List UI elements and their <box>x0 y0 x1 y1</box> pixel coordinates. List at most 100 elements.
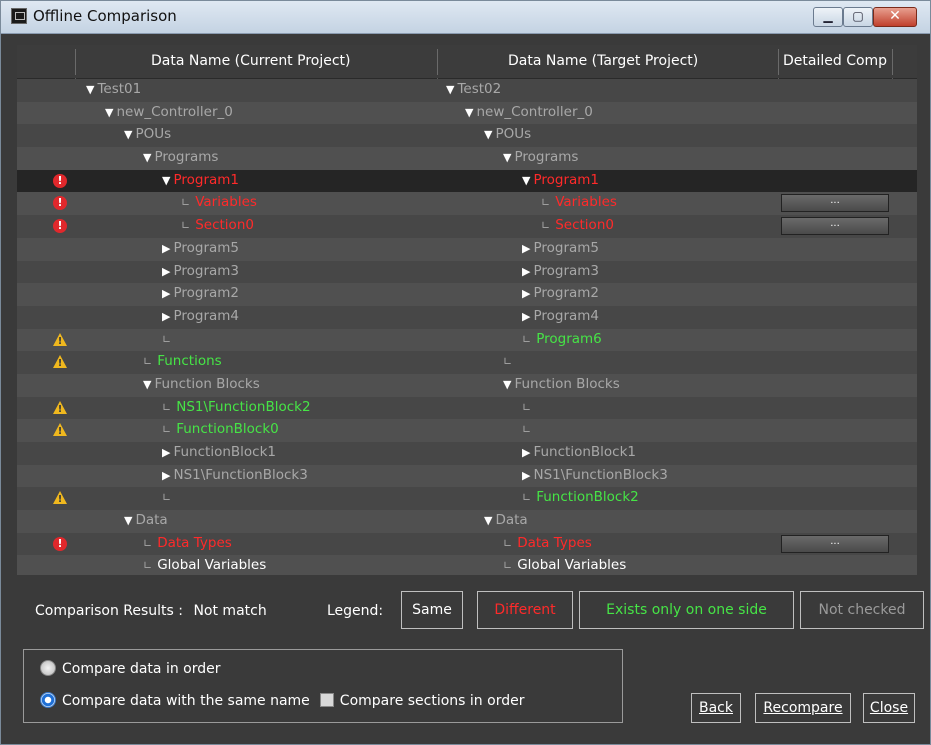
compare-sections-checkbox[interactable] <box>319 693 334 707</box>
collapsed-triangle-icon[interactable]: ▶ <box>522 265 530 278</box>
table-row[interactable]: ▼ Test01 ▼ Test02 <box>17 79 917 102</box>
expanded-triangle-icon[interactable]: ▼ <box>143 151 151 164</box>
detailed-comparison-button[interactable]: ... <box>781 217 889 236</box>
expanded-triangle-icon[interactable]: ▼ <box>484 128 492 141</box>
window-title: Offline Comparison <box>33 7 177 25</box>
target-project-cell: ∟ <box>522 399 536 415</box>
collapsed-triangle-icon[interactable]: ▶ <box>162 469 170 482</box>
item-label: Program5 <box>533 239 600 256</box>
item-label: Variables <box>195 194 257 211</box>
radio-compare-in-order[interactable] <box>40 660 56 676</box>
collapsed-triangle-icon[interactable]: ▶ <box>162 265 170 278</box>
header-separator <box>75 49 76 75</box>
expanded-triangle-icon[interactable]: ▼ <box>503 151 511 164</box>
header-detailed-comparison[interactable]: Detailed Comp <box>783 53 887 69</box>
tree-leaf-icon: ∟ <box>503 536 513 550</box>
header-separator[interactable] <box>437 49 438 75</box>
collapsed-triangle-icon[interactable]: ▶ <box>162 242 170 255</box>
target-project-cell: ▶ Program2 <box>522 285 599 301</box>
current-project-cell: ▶ FunctionBlock1 <box>162 444 276 460</box>
collapsed-triangle-icon[interactable]: ▶ <box>162 446 170 459</box>
expanded-triangle-icon[interactable]: ▼ <box>124 514 132 527</box>
checkbox-label[interactable]: Compare sections in order <box>340 693 525 709</box>
expanded-triangle-icon[interactable]: ▼ <box>522 174 530 187</box>
app-icon <box>11 8 27 24</box>
current-project-cell: ▼ Data <box>124 512 168 528</box>
table-row[interactable]: ! ∟ Variables ∟ Variables... <box>17 192 917 216</box>
item-label: Program2 <box>173 285 240 302</box>
tree-leaf-icon: ∟ <box>522 491 532 505</box>
table-row[interactable]: ▼ Programs ▼ Programs <box>17 147 917 170</box>
current-project-cell: ▶ Program4 <box>162 308 239 324</box>
tree-leaf-icon: ∟ <box>143 536 153 550</box>
collapsed-triangle-icon[interactable]: ▶ <box>522 469 530 482</box>
collapsed-triangle-icon[interactable]: ▶ <box>162 310 170 323</box>
item-label: POUs <box>135 126 172 143</box>
target-project-cell: ▼ Programs <box>503 149 578 165</box>
table-row[interactable]: ! ∟ Section0 ∟ Section0... <box>17 215 917 238</box>
item-label: Data <box>495 512 528 529</box>
detailed-comparison-button[interactable]: ... <box>781 194 889 213</box>
item-label: new_Controller_0 <box>116 103 233 120</box>
collapsed-triangle-icon[interactable]: ▶ <box>162 287 170 300</box>
minimize-button[interactable]: ▁ <box>813 7 843 27</box>
item-label: FunctionBlock1 <box>173 444 276 460</box>
table-row[interactable]: ▶ FunctionBlock1 ▶ FunctionBlock1 <box>17 442 917 465</box>
collapsed-triangle-icon[interactable]: ▶ <box>522 446 530 459</box>
radio-compare-same-name[interactable] <box>40 692 56 708</box>
expanded-triangle-icon[interactable]: ▼ <box>86 83 94 96</box>
back-button[interactable]: Back <box>691 693 741 723</box>
header-current-project[interactable]: Data Name (Current Project) <box>151 53 351 69</box>
close-button[interactable]: Close <box>863 693 915 723</box>
expanded-triangle-icon[interactable]: ▼ <box>484 514 492 527</box>
table-row[interactable]: ∟ Global Variables ∟ Global Variables <box>17 555 917 575</box>
current-project-cell: ▼ Program1 <box>162 172 239 188</box>
maximize-button[interactable]: ▢ <box>843 7 873 27</box>
tree-leaf-icon: ∟ <box>522 332 532 346</box>
current-project-cell: ▼ Programs <box>143 149 218 165</box>
collapsed-triangle-icon[interactable]: ▶ <box>522 287 530 300</box>
detailed-comparison-button[interactable]: ... <box>781 534 889 553</box>
table-row[interactable]: ! ∟ NS1\FunctionBlock2 ∟ <box>17 396 917 420</box>
legend-one-side: Exists only on one side <box>579 591 794 629</box>
table-row[interactable]: ! ▼ Program1 ▼ Program1 <box>17 169 917 193</box>
target-project-cell: ∟ Global Variables <box>503 557 626 573</box>
collapsed-triangle-icon[interactable]: ▶ <box>522 242 530 255</box>
option-label: Compare data in order <box>62 661 221 677</box>
expanded-triangle-icon[interactable]: ▼ <box>503 378 511 391</box>
expanded-triangle-icon[interactable]: ▼ <box>143 378 151 391</box>
table-row[interactable]: ▶ NS1\FunctionBlock3 ▶ NS1\FunctionBlock3 <box>17 464 917 488</box>
table-row[interactable]: ▼ Data ▼ Data <box>17 510 917 533</box>
table-row[interactable]: ! ∟ Functions ∟ <box>17 351 917 374</box>
expanded-triangle-icon[interactable]: ▼ <box>446 83 454 96</box>
table-row[interactable]: ▶ Program3 ▶ Program3 <box>17 260 917 284</box>
item-label: Function Blocks <box>154 375 260 392</box>
expanded-triangle-icon[interactable]: ▼ <box>124 128 132 141</box>
header-separator[interactable] <box>892 49 893 75</box>
option-compare-in-order[interactable]: Compare data in order <box>40 660 220 677</box>
item-label: Program3 <box>533 262 600 279</box>
collapsed-triangle-icon[interactable]: ▶ <box>522 310 530 323</box>
table-row[interactable]: ! ∟ FunctionBlock0 ∟ <box>17 419 917 442</box>
recompare-button[interactable]: Recompare <box>755 693 851 723</box>
item-label: NS1\FunctionBlock3 <box>533 466 668 483</box>
table-row[interactable]: ▼ Function Blocks ▼ Function Blocks <box>17 373 917 397</box>
expanded-triangle-icon[interactable]: ▼ <box>465 106 473 119</box>
item-label: Programs <box>514 149 579 166</box>
expanded-triangle-icon[interactable]: ▼ <box>105 106 113 119</box>
close-window-button[interactable]: ✕ <box>873 7 917 27</box>
table-row[interactable]: ▼ POUs ▼ POUs <box>17 124 917 148</box>
item-label: Program2 <box>533 285 600 302</box>
header-target-project[interactable]: Data Name (Target Project) <box>508 53 698 69</box>
comparison-grid: Data Name (Current Project) Data Name (T… <box>17 45 917 575</box>
table-row[interactable]: ▶ Program5 ▶ Program5 <box>17 237 917 261</box>
table-row[interactable]: ▼ new_Controller_0 ▼ new_Controller_0 <box>17 101 917 125</box>
header-separator[interactable] <box>778 49 779 75</box>
expanded-triangle-icon[interactable]: ▼ <box>162 174 170 187</box>
table-row[interactable]: ! ∟ Data Types ∟ Data Types... <box>17 532 917 556</box>
option-compare-same-name[interactable]: Compare data with the same name Compare s… <box>40 692 524 709</box>
table-row[interactable]: ▶ Program4 ▶ Program4 <box>17 305 917 329</box>
table-row[interactable]: ▶ Program2 ▶ Program2 <box>17 283 917 306</box>
table-row[interactable]: ! ∟ ∟ FunctionBlock2 <box>17 487 917 511</box>
table-row[interactable]: ! ∟ ∟ Program6 <box>17 328 917 352</box>
